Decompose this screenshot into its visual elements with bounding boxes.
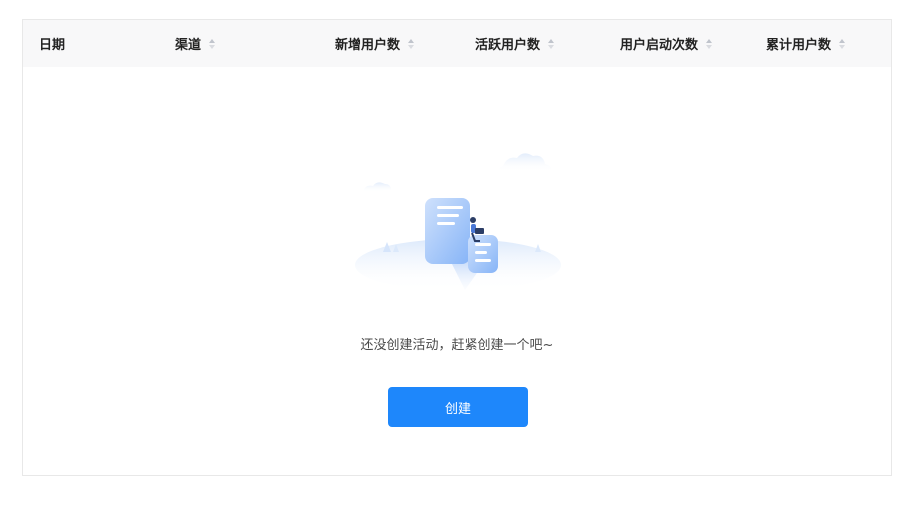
create-button[interactable]: 创建	[388, 387, 528, 427]
column-header-total-users[interactable]: 累计用户数	[766, 20, 846, 67]
column-header-active-users[interactable]: 活跃用户数	[475, 20, 555, 67]
column-header-label: 日期	[39, 38, 66, 53]
column-header-label: 活跃用户数	[475, 38, 541, 53]
column-header-new-users[interactable]: 新增用户数	[335, 20, 415, 67]
sort-icon[interactable]	[839, 38, 846, 49]
column-header-date: 日期	[39, 20, 65, 67]
column-header-label: 用户启动次数	[620, 38, 699, 53]
data-table: 日期 渠道 新增用户数 活跃用户数 用户启动次数 累计用户数 还没创建活动，赶紧…	[22, 19, 892, 476]
create-button-label: 创建	[444, 401, 471, 417]
column-header-label: 新增用户数	[335, 38, 401, 53]
column-header-channel[interactable]: 渠道	[175, 20, 216, 67]
table-header: 日期 渠道 新增用户数 活跃用户数 用户启动次数 累计用户数	[23, 20, 891, 67]
empty-state-message: 还没创建活动，赶紧创建一个吧~	[360, 338, 554, 353]
sort-icon[interactable]	[548, 38, 555, 49]
sort-icon[interactable]	[408, 38, 415, 49]
column-header-launch-count[interactable]: 用户启动次数	[620, 20, 713, 67]
column-header-label: 渠道	[175, 38, 202, 53]
sort-icon[interactable]	[706, 38, 713, 49]
empty-documents-illustration-icon	[353, 140, 563, 291]
column-header-label: 累计用户数	[766, 38, 832, 53]
sort-icon[interactable]	[209, 38, 216, 49]
